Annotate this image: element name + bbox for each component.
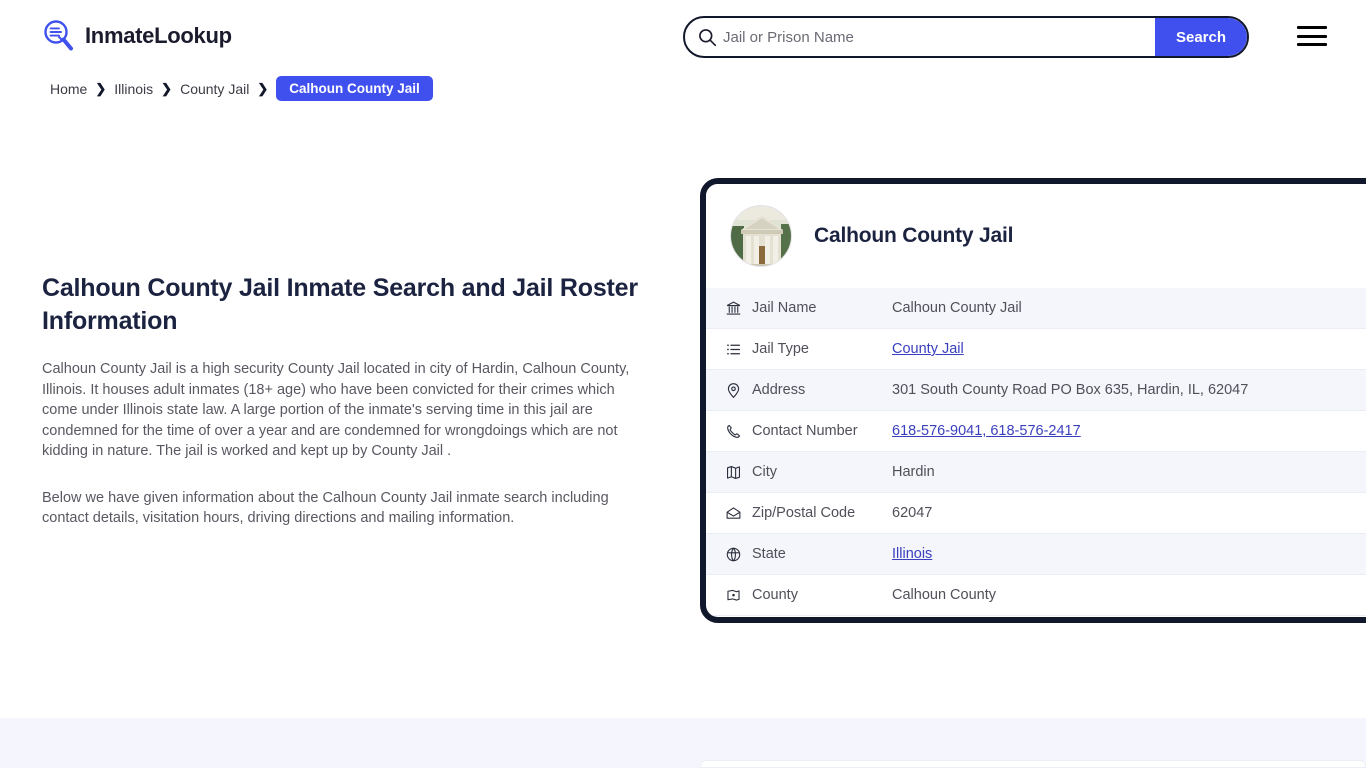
chevron-right-icon: ❯: [95, 80, 107, 96]
info-card-header: Calhoun County Jail: [706, 184, 1366, 288]
next-section-card: [700, 760, 1366, 768]
jail-type-link[interactable]: County Jail: [892, 341, 964, 357]
breadcrumb-item-home[interactable]: Home: [50, 81, 87, 97]
chevron-right-icon: ❯: [161, 80, 173, 96]
hamburger-bar: [1297, 34, 1327, 38]
map-icon: [714, 464, 752, 481]
search-input[interactable]: [723, 18, 1155, 56]
search-bar[interactable]: Search: [683, 16, 1249, 58]
courthouse-photo: [730, 205, 792, 267]
row-value: 618-576-9041, 618-576-2417: [892, 423, 1081, 439]
search-icon: [685, 28, 723, 47]
phone-icon: [714, 423, 752, 440]
flag-map-icon: [714, 587, 752, 604]
row-value: 62047: [892, 505, 933, 521]
bank-icon: [714, 300, 752, 317]
row-value: Calhoun County Jail: [892, 300, 1022, 316]
description-paragraph-1: Calhoun County Jail is a high security C…: [42, 361, 630, 460]
breadcrumb: Home ❯ Illinois ❯ County Jail ❯ Calhoun …: [50, 76, 433, 101]
row-label: County: [752, 587, 798, 603]
row-label: Zip/Postal Code: [752, 505, 856, 521]
description-paragraph-2: Below we have given information about th…: [42, 489, 609, 527]
breadcrumb-item-illinois[interactable]: Illinois: [114, 81, 153, 97]
contact-number-link[interactable]: 618-576-9041, 618-576-2417: [892, 423, 1081, 439]
row-label: Address: [752, 382, 806, 398]
logo[interactable]: InmateLookup: [42, 19, 232, 53]
main-content: Calhoun County Jail Inmate Search and Ja…: [42, 272, 642, 529]
jail-info-card: Calhoun County Jail Jail Name Calhoun Co…: [700, 178, 1366, 623]
table-row: Zip/Postal Code 62047: [706, 493, 1366, 534]
row-label: Jail Name: [752, 300, 817, 316]
row-value: County Jail: [892, 341, 964, 357]
map-pin-icon: [714, 382, 752, 399]
state-link[interactable]: Illinois: [892, 546, 932, 562]
breadcrumb-item-current: Calhoun County Jail: [276, 76, 433, 101]
table-row: Contact Number 618-576-9041, 618-576-241…: [706, 411, 1366, 452]
list-icon: [714, 341, 752, 358]
breadcrumb-item-county-jail[interactable]: County Jail: [180, 81, 249, 97]
row-value: 301 South County Road PO Box 635, Hardin…: [892, 382, 1249, 398]
info-card-title: Calhoun County Jail: [814, 224, 1014, 247]
table-row: County Calhoun County: [706, 575, 1366, 616]
hamburger-bar: [1297, 43, 1327, 46]
site-header: InmateLookup Search: [0, 0, 1366, 74]
chevron-right-icon: ❯: [257, 80, 269, 96]
row-label: Jail Type: [752, 341, 809, 357]
row-value: Hardin: [892, 464, 935, 480]
table-row: Jail Type County Jail: [706, 329, 1366, 370]
row-label: Contact Number: [752, 423, 858, 439]
row-label: City: [752, 464, 777, 480]
hamburger-menu-icon[interactable]: [1297, 24, 1327, 48]
magnifier-list-icon: [42, 19, 76, 53]
hamburger-bar: [1297, 26, 1327, 29]
envelope-icon: [714, 505, 752, 522]
table-row: Address 301 South County Road PO Box 635…: [706, 370, 1366, 411]
row-value: Calhoun County: [892, 587, 996, 603]
search-button[interactable]: Search: [1155, 18, 1247, 56]
table-row: State Illinois: [706, 534, 1366, 575]
globe-icon: [714, 546, 752, 563]
row-value: Illinois: [892, 546, 932, 562]
row-label: State: [752, 546, 786, 562]
table-row: City Hardin: [706, 452, 1366, 493]
table-row: Jail Name Calhoun County Jail: [706, 288, 1366, 329]
logo-text: InmateLookup: [85, 23, 232, 48]
page-title: Calhoun County Jail Inmate Search and Ja…: [42, 274, 638, 335]
